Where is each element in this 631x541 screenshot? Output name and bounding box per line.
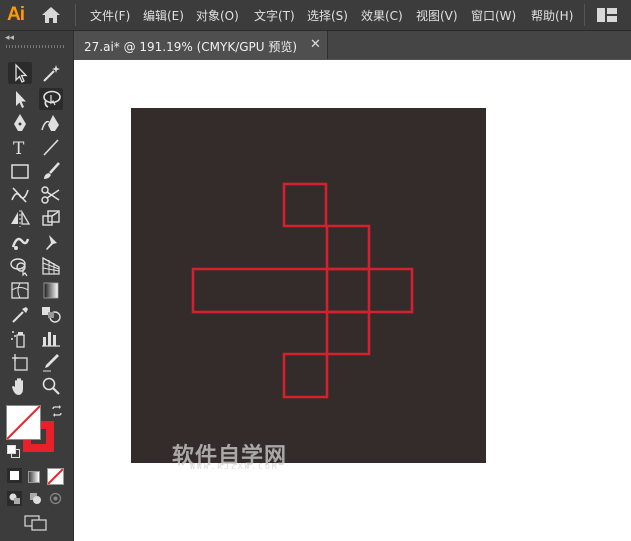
tab-strip xyxy=(327,31,631,59)
paintbrush-tool-icon[interactable] xyxy=(39,160,63,182)
fill-swatch[interactable] xyxy=(6,405,41,440)
artwork[interactable] xyxy=(131,108,486,463)
shaper-tool-icon[interactable] xyxy=(8,184,32,206)
watermark-url: WWW.RJZXW.COM xyxy=(190,462,279,471)
draw-normal-icon[interactable] xyxy=(7,491,22,506)
home-icon[interactable] xyxy=(41,6,61,24)
reflect-tool-icon[interactable] xyxy=(8,207,32,229)
none-mode-icon[interactable] xyxy=(47,468,64,485)
puppet-warp-tool-icon[interactable] xyxy=(8,231,32,253)
blend-tool-icon[interactable] xyxy=(39,303,63,325)
menu-help[interactable]: 帮助(H) xyxy=(531,7,573,24)
eyedropper-tool-icon[interactable] xyxy=(8,303,32,325)
menu-separator xyxy=(584,4,585,26)
symbol-sprayer-tool-icon[interactable] xyxy=(8,327,32,349)
collapse-panel-icon[interactable]: ◂◂ xyxy=(5,33,14,43)
draw-behind-icon[interactable] xyxy=(28,491,43,506)
default-fill-stroke-icon[interactable] xyxy=(7,445,20,458)
none-slash-small-icon xyxy=(48,469,63,484)
rectangle-tool-icon[interactable] xyxy=(8,160,32,182)
artwork-square-lower-mid[interactable] xyxy=(325,310,371,356)
close-icon[interactable]: ✕ xyxy=(310,37,321,52)
none-slash-icon xyxy=(7,406,40,439)
zoom-tool-icon[interactable] xyxy=(39,375,63,397)
artboard[interactable]: 软件自学网 WWW.RJZXW.COM xyxy=(131,108,486,471)
screen-mode-icon[interactable] xyxy=(24,515,48,531)
artwork-horizontal-bar[interactable] xyxy=(191,267,414,314)
gradient-mode-icon[interactable] xyxy=(28,471,40,483)
curvature-tool-icon[interactable] xyxy=(39,112,63,134)
swap-fill-stroke-icon[interactable] xyxy=(51,405,63,417)
draw-inside-icon[interactable] xyxy=(48,491,63,506)
line-segment-tool-icon[interactable] xyxy=(39,136,63,158)
hand-tool-icon[interactable] xyxy=(8,375,32,397)
color-mode-icon[interactable] xyxy=(7,468,22,483)
slice-tool-icon[interactable] xyxy=(39,351,63,373)
column-graph-tool-icon[interactable] xyxy=(39,327,63,349)
menu-object[interactable]: 对象(O) xyxy=(196,7,239,24)
menu-select[interactable]: 选择(S) xyxy=(307,7,348,24)
mesh-tool-icon[interactable] xyxy=(8,279,32,301)
workspace-switcher-icon[interactable] xyxy=(597,8,617,22)
artboard-tool-icon[interactable] xyxy=(8,351,32,373)
document-tab[interactable]: 27.ai* @ 191.19% (CMYK/GPU 预览) ✕ xyxy=(75,31,328,59)
tools-panel: ◂◂ T xyxy=(0,31,74,541)
menu-effect[interactable]: 效果(C) xyxy=(361,7,403,24)
direct-selection-tool-icon[interactable] xyxy=(8,88,32,110)
menu-window[interactable]: 窗口(W) xyxy=(471,7,516,24)
magic-wand-tool-icon[interactable] xyxy=(39,62,63,84)
menu-bar: Ai 文件(F) 编辑(E) 对象(O) 文字(T) 选择(S) 效果(C) 视… xyxy=(0,0,631,31)
watermark: 软件自学网 WWW.RJZXW.COM xyxy=(172,438,322,471)
panel-grip[interactable] xyxy=(6,45,66,48)
scissors-tool-icon[interactable] xyxy=(39,184,63,206)
artwork-square-top[interactable] xyxy=(282,182,328,228)
svg-text:T: T xyxy=(13,139,25,158)
menu-edit[interactable]: 编辑(E) xyxy=(143,7,184,24)
menu-view[interactable]: 视图(V) xyxy=(416,7,458,24)
canvas[interactable]: 软件自学网 WWW.RJZXW.COM xyxy=(74,60,631,541)
menu-type[interactable]: 文字(T) xyxy=(254,7,295,24)
default-fill-square xyxy=(7,445,16,454)
type-tool-icon[interactable]: T xyxy=(8,136,32,158)
gradient-tool-icon[interactable] xyxy=(39,279,63,301)
pin-tool-icon[interactable] xyxy=(39,231,63,253)
scale-tool-icon[interactable] xyxy=(39,207,63,229)
menu-separator xyxy=(75,4,76,26)
selection-tool-icon[interactable] xyxy=(8,62,32,84)
perspective-grid-tool-icon[interactable] xyxy=(39,255,63,277)
document-tab-title: 27.ai* @ 191.19% (CMYK/GPU 预览) xyxy=(84,40,298,54)
artwork-square-bottom[interactable] xyxy=(282,352,329,399)
lasso-tool-icon[interactable] xyxy=(39,88,63,110)
artwork-square-upper-mid[interactable] xyxy=(325,224,371,271)
color-mode-swatch xyxy=(10,471,19,480)
pen-tool-icon[interactable] xyxy=(8,112,32,134)
app-logo: Ai xyxy=(7,4,25,25)
menu-file[interactable]: 文件(F) xyxy=(90,7,130,24)
shape-builder-tool-icon[interactable] xyxy=(8,255,32,277)
draw-normal-glyph xyxy=(9,493,20,504)
